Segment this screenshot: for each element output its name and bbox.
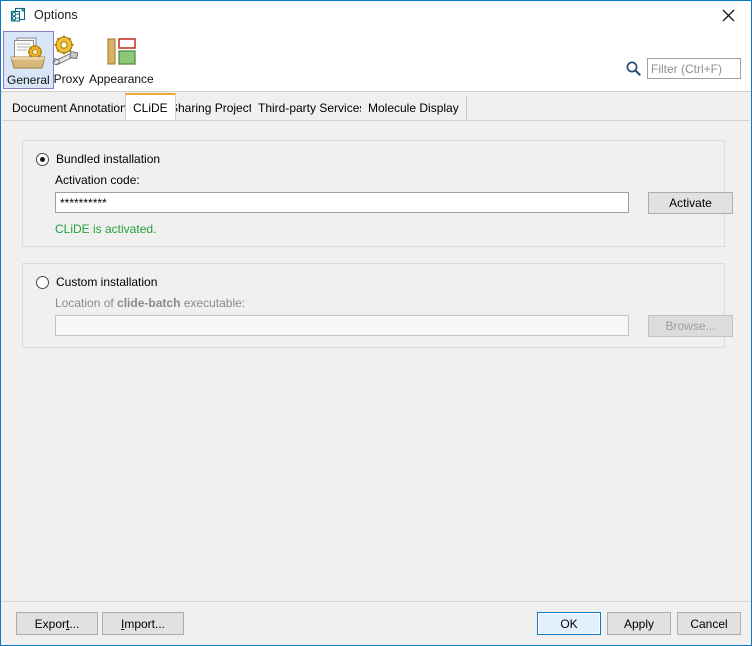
tab-label: CLiDE xyxy=(133,101,168,115)
bundled-installation-radio[interactable] xyxy=(36,153,49,166)
tab-third-party-services[interactable]: Third-party Services xyxy=(251,96,373,120)
toolbar-item-proxy-label: Proxy xyxy=(54,72,85,86)
clide-settings-pane: Bundled installation Activation code: Ac… xyxy=(2,120,750,603)
toolbar-item-appearance[interactable]: Appearance xyxy=(86,31,157,87)
title-bar: Options xyxy=(1,1,751,29)
activation-code-input[interactable] xyxy=(55,192,629,213)
ok-button[interactable]: OK xyxy=(537,612,601,635)
close-icon xyxy=(722,9,735,22)
apply-button[interactable]: Apply xyxy=(607,612,671,635)
filter-area xyxy=(625,58,741,79)
toolbar-item-general-label: General xyxy=(7,73,50,87)
appearance-layout-icon xyxy=(102,33,140,71)
options-document-icon xyxy=(9,6,27,24)
close-button[interactable] xyxy=(705,1,751,29)
clide-batch-path-input[interactable] xyxy=(55,315,629,336)
custom-installation-radio-row[interactable]: Custom installation xyxy=(36,275,157,289)
cancel-button[interactable]: Cancel xyxy=(677,612,741,635)
tab-molecule-display[interactable]: Molecule Display xyxy=(361,96,467,120)
general-folder-gear-icon xyxy=(9,34,47,72)
apply-button-label: Apply xyxy=(624,617,654,631)
tab-label: Sharing Projects xyxy=(170,101,258,115)
options-dialog: Options xyxy=(0,0,752,646)
bundled-installation-label: Bundled installation xyxy=(56,152,160,166)
proxy-gear-wrench-icon xyxy=(50,33,88,71)
window-title: Options xyxy=(34,8,78,22)
location-label-suffix: executable: xyxy=(180,296,245,310)
category-toolbar: General xyxy=(1,29,751,92)
activate-button[interactable]: Activate xyxy=(648,192,733,214)
clide-batch-location-label: Location of clide-batch executable: xyxy=(55,296,245,310)
tab-label: Third-party Services xyxy=(258,101,365,115)
tab-label: Molecule Display xyxy=(368,101,459,115)
search-icon xyxy=(625,60,642,77)
toolbar-item-proxy[interactable]: Proxy xyxy=(47,31,91,87)
custom-installation-group: Custom installation Location of clide-ba… xyxy=(22,263,725,348)
activation-status-message: CLiDE is activated. xyxy=(55,222,156,236)
location-label-bold: clide-batch xyxy=(117,296,180,310)
tab-document-annotation[interactable]: Document Annotation xyxy=(5,96,135,120)
bundled-installation-group: Bundled installation Activation code: Ac… xyxy=(22,140,725,247)
custom-installation-label: Custom installation xyxy=(56,275,157,289)
cancel-button-label: Cancel xyxy=(690,617,727,631)
tab-strip: Document Annotation CLiDE Sharing Projec… xyxy=(1,93,751,120)
export-button[interactable]: Export... xyxy=(16,612,98,635)
bundled-installation-radio-row[interactable]: Bundled installation xyxy=(36,152,160,166)
browse-button-label: Browse... xyxy=(665,319,715,333)
activation-code-label: Activation code: xyxy=(55,173,140,187)
import-button-label: Import... xyxy=(121,617,165,631)
browse-button[interactable]: Browse... xyxy=(648,315,733,337)
dialog-footer: Export... Import... OK Apply Cancel xyxy=(2,601,750,644)
import-button[interactable]: Import... xyxy=(102,612,184,635)
location-label-prefix: Location of xyxy=(55,296,117,310)
tab-clide[interactable]: CLiDE xyxy=(125,93,176,120)
ok-button-label: OK xyxy=(560,617,577,631)
toolbar-item-appearance-label: Appearance xyxy=(89,72,154,86)
filter-input[interactable] xyxy=(647,58,741,79)
tab-label: Document Annotation xyxy=(12,101,127,115)
custom-installation-radio[interactable] xyxy=(36,276,49,289)
export-button-label: Export... xyxy=(35,617,80,631)
activate-button-label: Activate xyxy=(669,196,712,210)
